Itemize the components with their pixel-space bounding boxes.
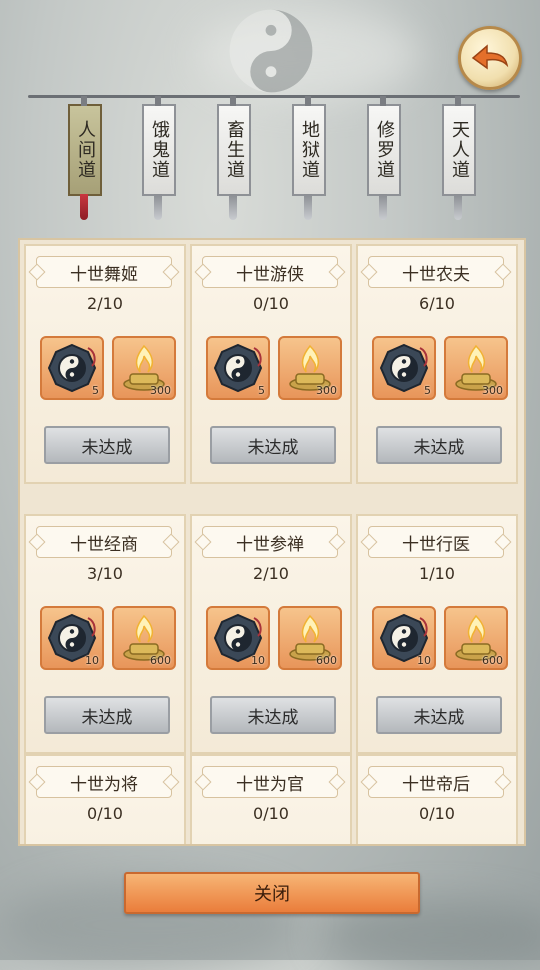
reward-slot[interactable]: 10	[40, 606, 104, 670]
tab-hook	[380, 96, 386, 106]
achievement-card: 十世参禅 2/10 10 600 未达成	[190, 514, 352, 754]
achievement-card: 十世农夫 6/10 5 300 未达成	[356, 244, 518, 484]
tab-hook	[155, 96, 161, 106]
tassel-icon	[304, 194, 312, 220]
reward-slot[interactable]: 300	[112, 336, 176, 400]
tab-label: 畜生道	[224, 120, 245, 180]
reward-quantity: 5	[424, 384, 431, 397]
card-title: 十世游侠	[202, 256, 338, 288]
reward-quantity: 5	[258, 384, 265, 397]
back-arrow-icon	[471, 44, 509, 70]
back-button[interactable]	[458, 26, 522, 90]
card-title: 十世农夫	[368, 256, 504, 288]
reward-slot[interactable]: 5	[372, 336, 436, 400]
tab-6[interactable]: 天人道	[442, 96, 476, 220]
tab-5[interactable]: 修罗道	[367, 96, 401, 220]
status-button[interactable]: 未达成	[210, 426, 336, 464]
tab-hook	[455, 96, 461, 106]
reward-quantity: 300	[482, 384, 503, 397]
reward-slot[interactable]: 300	[444, 336, 508, 400]
achievement-card: 十世为将 0/10	[24, 754, 186, 844]
card-progress: 2/10	[87, 294, 123, 313]
reward-quantity: 10	[417, 654, 431, 667]
card-title: 十世参禅	[202, 526, 338, 558]
achievement-card: 十世游侠 0/10 5 300 未达成	[190, 244, 352, 484]
tab-2[interactable]: 饿鬼道	[142, 96, 176, 220]
card-title: 十世帝后	[368, 766, 504, 798]
reward-quantity: 300	[150, 384, 171, 397]
status-button[interactable]: 未达成	[44, 696, 170, 734]
reward-quantity: 600	[150, 654, 171, 667]
card-progress: 0/10	[419, 804, 455, 823]
card-progress: 6/10	[419, 294, 455, 313]
reward-slot[interactable]: 5	[206, 336, 270, 400]
achievement-card: 十世舞姬 2/10 5 300 未达成	[24, 244, 186, 484]
reward-slot[interactable]: 5	[40, 336, 104, 400]
status-button[interactable]: 未达成	[376, 696, 502, 734]
reward-quantity: 10	[85, 654, 99, 667]
card-progress: 0/10	[253, 294, 289, 313]
reward-slot[interactable]: 600	[112, 606, 176, 670]
achievement-card: 十世行医 1/10 10 600 未达成	[356, 514, 518, 754]
tab-1[interactable]: 人间道	[68, 96, 102, 220]
reward-slot[interactable]: 10	[372, 606, 436, 670]
card-title: 十世为官	[202, 766, 338, 798]
tab-hook	[81, 96, 87, 106]
reward-slot[interactable]: 600	[444, 606, 508, 670]
tab-3[interactable]: 畜生道	[217, 96, 251, 220]
tab-hook	[230, 96, 236, 106]
tassel-icon	[80, 194, 88, 220]
status-button[interactable]: 未达成	[44, 426, 170, 464]
tassel-icon	[379, 194, 387, 220]
achievement-card: 十世为官 0/10	[190, 754, 352, 844]
card-title: 十世为将	[36, 766, 172, 798]
tab-hook	[305, 96, 311, 106]
tab-label: 地狱道	[299, 120, 320, 180]
tassel-icon	[229, 194, 237, 220]
yin-yang-decoration	[229, 9, 313, 93]
reward-quantity: 10	[251, 654, 265, 667]
reward-quantity: 5	[92, 384, 99, 397]
tab-label: 人间道	[75, 120, 96, 180]
tab-rope	[28, 95, 520, 98]
reward-slot[interactable]: 600	[278, 606, 342, 670]
achievement-panel: 十世舞姬 2/10 5 300 未达成 十世游侠 0/10 5 300 未达成 十世农夫 6/10 5 3…	[18, 238, 526, 846]
tab-label: 天人道	[449, 120, 470, 180]
status-button[interactable]: 未达成	[376, 426, 502, 464]
card-title: 十世舞姬	[36, 256, 172, 288]
reward-slot[interactable]: 300	[278, 336, 342, 400]
card-progress: 2/10	[253, 564, 289, 583]
card-progress: 0/10	[253, 804, 289, 823]
achievement-card: 十世经商 3/10 10 600 未达成	[24, 514, 186, 754]
reward-quantity: 300	[316, 384, 337, 397]
card-progress: 0/10	[87, 804, 123, 823]
tassel-icon	[154, 194, 162, 220]
tassel-icon	[454, 194, 462, 220]
reward-quantity: 600	[316, 654, 337, 667]
reward-slot[interactable]: 10	[206, 606, 270, 670]
card-progress: 3/10	[87, 564, 123, 583]
card-title: 十世行医	[368, 526, 504, 558]
tab-label: 饿鬼道	[149, 120, 170, 180]
reward-quantity: 600	[482, 654, 503, 667]
tab-4[interactable]: 地狱道	[292, 96, 326, 220]
achievement-card: 十世帝后 0/10	[356, 754, 518, 844]
card-title: 十世经商	[36, 526, 172, 558]
tab-label: 修罗道	[374, 120, 395, 180]
close-button[interactable]: 关闭	[124, 872, 420, 914]
card-progress: 1/10	[419, 564, 455, 583]
status-button[interactable]: 未达成	[210, 696, 336, 734]
